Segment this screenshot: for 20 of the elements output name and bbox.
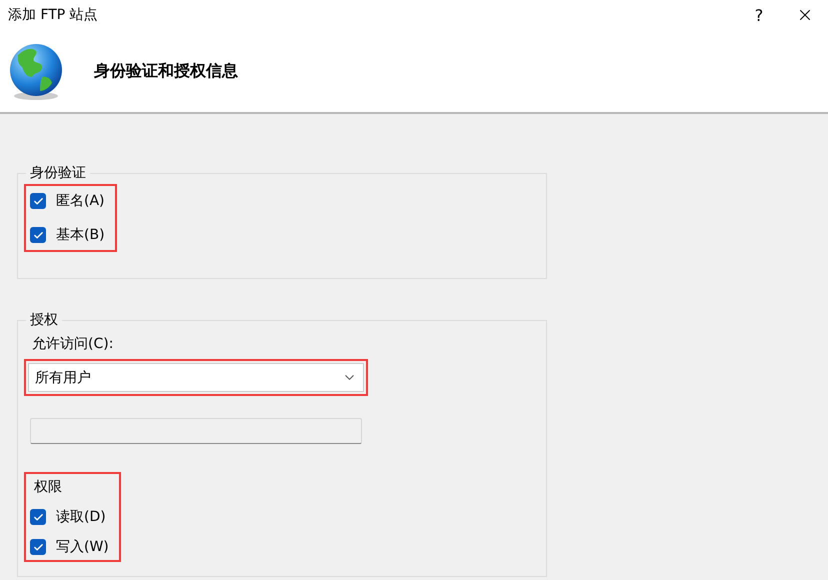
- access-dropdown[interactable]: 所有用户: [28, 363, 364, 392]
- field-label: 允许访问(C):: [32, 335, 114, 353]
- checkbox[interactable]: [30, 193, 46, 209]
- group-title: 授权: [29, 311, 59, 329]
- checkbox[interactable]: [30, 227, 46, 243]
- window-title: 添加 FTP 站点: [8, 6, 99, 24]
- check-icon: [32, 512, 44, 522]
- checkbox-option[interactable]: 基本(B): [30, 226, 105, 244]
- check-icon: [32, 196, 44, 206]
- checkbox[interactable]: [30, 539, 46, 555]
- page-heading: 身份验证和授权信息: [94, 60, 238, 82]
- group-title: 身份验证: [29, 164, 87, 182]
- check-icon: [32, 542, 44, 552]
- checkbox-option[interactable]: 写入(W): [30, 538, 109, 556]
- check-icon: [32, 230, 44, 240]
- help-button[interactable]: ?: [736, 0, 782, 30]
- checkbox-option[interactable]: 匿名(A): [30, 192, 105, 210]
- checkbox-option[interactable]: 读取(D): [30, 508, 109, 526]
- checkbox[interactable]: [30, 509, 46, 525]
- section-label: 权限: [34, 478, 63, 496]
